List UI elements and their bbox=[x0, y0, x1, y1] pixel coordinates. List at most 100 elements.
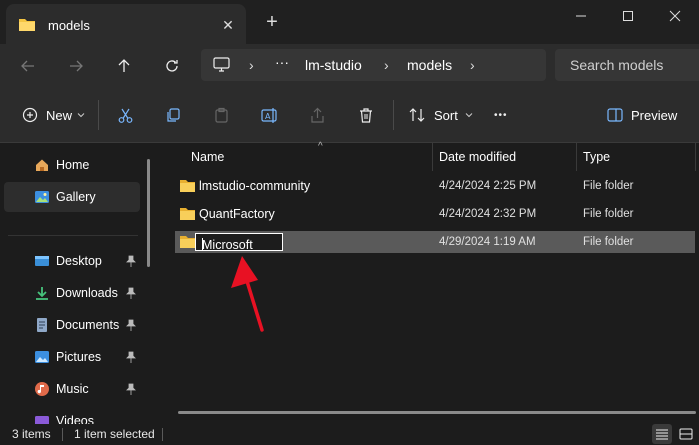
sidebar-item-label: Home bbox=[56, 158, 90, 172]
pin-icon[interactable] bbox=[126, 287, 136, 302]
navigation-pane: Home Gallery Desktop Downloads Documents… bbox=[0, 143, 160, 424]
sidebar-scrollbar[interactable] bbox=[147, 159, 150, 267]
sidebar-item-videos[interactable]: Videos bbox=[4, 406, 140, 424]
folder-icon bbox=[18, 17, 36, 35]
column-header-label: Name bbox=[191, 150, 225, 164]
chevron-down-icon bbox=[77, 113, 85, 118]
address-bar: › ··· lm-studio › models › Search models bbox=[0, 44, 699, 88]
divider bbox=[8, 235, 138, 236]
search-placeholder: Search models bbox=[570, 57, 664, 73]
copy-icon bbox=[167, 107, 180, 122]
forward-button[interactable] bbox=[63, 53, 89, 79]
selection-count: 1 item selected bbox=[74, 427, 155, 441]
sidebar-item-label: Music bbox=[56, 382, 89, 396]
chevron-down-icon bbox=[465, 113, 473, 118]
sidebar-item-documents[interactable]: Documents bbox=[4, 310, 140, 340]
arrow-right-icon bbox=[70, 60, 83, 72]
sidebar-item-music[interactable]: Music bbox=[4, 374, 140, 404]
sidebar-item-home[interactable]: Home bbox=[4, 150, 140, 180]
sidebar-item-label: Pictures bbox=[56, 350, 102, 364]
desktop-icon bbox=[34, 253, 50, 269]
arrow-up-icon bbox=[118, 59, 130, 72]
preview-pane-icon bbox=[607, 108, 623, 122]
status-bar: 3 items 1 item selected bbox=[0, 424, 699, 445]
refresh-button[interactable] bbox=[159, 53, 185, 79]
new-label: New bbox=[46, 107, 73, 123]
rename-icon: A bbox=[261, 107, 277, 123]
file-name: QuantFactory bbox=[199, 207, 275, 221]
search-input[interactable]: Search models bbox=[555, 49, 699, 81]
column-header-type[interactable]: Type bbox=[577, 143, 695, 171]
file-date: 4/29/2024 1:19 AM bbox=[439, 236, 536, 248]
sidebar-item-desktop[interactable]: Desktop bbox=[4, 246, 140, 276]
pictures-icon bbox=[34, 349, 50, 365]
refresh-icon bbox=[166, 60, 178, 72]
rename-button[interactable]: A bbox=[261, 102, 279, 128]
pin-icon[interactable] bbox=[126, 351, 136, 366]
rename-input[interactable]: Microsoft bbox=[195, 233, 283, 252]
more-options-button[interactable]: ••• bbox=[494, 102, 508, 128]
pin-icon[interactable] bbox=[126, 319, 136, 334]
breadcrumb-overflow[interactable]: ··· bbox=[275, 54, 289, 70]
scissors-icon bbox=[118, 108, 133, 123]
share-button[interactable] bbox=[309, 102, 326, 128]
minimize-button[interactable] bbox=[558, 0, 604, 32]
paste-button[interactable] bbox=[213, 102, 230, 128]
annotation-arrow-icon bbox=[231, 256, 264, 332]
sort-label: Sort bbox=[434, 107, 458, 123]
chevron-right-icon[interactable]: › bbox=[470, 57, 475, 73]
new-tab-button[interactable]: + bbox=[262, 12, 282, 33]
sidebar-item-gallery[interactable]: Gallery bbox=[4, 182, 140, 212]
sort-icon bbox=[409, 108, 425, 122]
breadcrumb-models[interactable]: models bbox=[407, 57, 452, 73]
pin-icon[interactable] bbox=[126, 383, 136, 398]
command-bar: New A Sort ••• Preview bbox=[0, 88, 699, 143]
file-date: 4/24/2024 2:25 PM bbox=[439, 180, 537, 192]
file-row-quantfactory[interactable]: QuantFactory 4/24/2024 2:32 PM File fold… bbox=[175, 203, 695, 225]
delete-button[interactable] bbox=[358, 102, 374, 128]
copy-button[interactable] bbox=[165, 102, 182, 128]
home-icon bbox=[34, 157, 50, 173]
file-name: lmstudio-community bbox=[199, 179, 311, 193]
trash-icon bbox=[360, 107, 372, 123]
new-button[interactable]: New bbox=[22, 102, 86, 128]
pin-icon[interactable] bbox=[126, 255, 136, 270]
file-date: 4/24/2024 2:32 PM bbox=[439, 208, 537, 220]
text-cursor bbox=[202, 238, 203, 251]
breadcrumb-lm-studio[interactable]: lm-studio bbox=[305, 57, 362, 73]
chevron-right-icon[interactable]: › bbox=[384, 57, 389, 73]
details-view-button[interactable] bbox=[652, 424, 672, 444]
more-icon: ••• bbox=[494, 109, 508, 121]
column-header-date[interactable]: Date modified bbox=[433, 143, 576, 171]
downloads-icon bbox=[34, 285, 50, 301]
chevron-right-icon[interactable]: › bbox=[249, 57, 254, 73]
up-button[interactable] bbox=[111, 53, 137, 79]
close-window-button[interactable] bbox=[652, 0, 698, 32]
tab-models[interactable]: models ✕ bbox=[6, 4, 246, 44]
back-button[interactable] bbox=[15, 53, 41, 79]
music-icon bbox=[34, 381, 50, 397]
column-header-name[interactable]: ^ Name bbox=[175, 141, 432, 171]
tiles-view-button[interactable] bbox=[676, 424, 696, 444]
horizontal-scrollbar[interactable] bbox=[178, 411, 696, 414]
sidebar-item-label: Documents bbox=[56, 318, 120, 332]
maximize-button[interactable] bbox=[605, 0, 651, 32]
file-row-lmstudio-community[interactable]: lmstudio-community 4/24/2024 2:25 PM Fil… bbox=[175, 175, 695, 197]
list-view-icon bbox=[656, 429, 668, 440]
file-type: File folder bbox=[583, 208, 634, 220]
breadcrumb[interactable]: › ··· lm-studio › models › bbox=[201, 49, 546, 81]
sidebar-item-downloads[interactable]: Downloads bbox=[4, 278, 140, 308]
sort-button[interactable]: Sort bbox=[408, 102, 474, 128]
preview-button[interactable]: Preview bbox=[607, 102, 677, 128]
plus-circle-icon bbox=[22, 107, 38, 123]
cut-button[interactable] bbox=[117, 102, 134, 128]
file-type: File folder bbox=[583, 236, 634, 248]
folder-icon bbox=[179, 179, 196, 196]
videos-icon bbox=[34, 413, 50, 424]
documents-icon bbox=[34, 317, 50, 333]
close-tab-icon[interactable]: ✕ bbox=[219, 16, 237, 34]
this-pc-icon[interactable] bbox=[213, 57, 230, 75]
sidebar-item-pictures[interactable]: Pictures bbox=[4, 342, 140, 372]
folder-icon bbox=[179, 207, 196, 224]
title-bar: models ✕ + bbox=[0, 0, 699, 44]
